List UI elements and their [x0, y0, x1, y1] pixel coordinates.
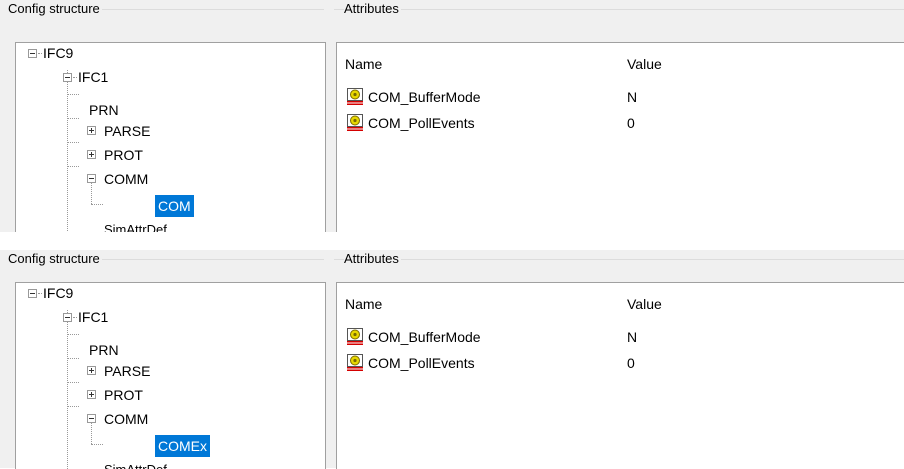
attr-value[interactable]: 0: [627, 353, 635, 373]
attribute-icon: [347, 354, 363, 371]
attributes-list[interactable]: Name Value COM_BufferMode N COM_PollEven…: [336, 42, 904, 233]
attr-name[interactable]: COM_BufferMode: [368, 87, 481, 107]
collapse-icon[interactable]: [87, 174, 96, 183]
expand-icon[interactable]: [87, 150, 96, 159]
attr-value[interactable]: 0: [627, 113, 635, 133]
tree-node-prn[interactable]: PRN: [89, 99, 119, 121]
config-structure-title: Config structure: [8, 251, 102, 266]
groupbox-border: [334, 259, 904, 260]
column-header-name[interactable]: Name: [345, 54, 382, 74]
tree-node-ifc9[interactable]: IFC9: [43, 43, 73, 64]
attr-name[interactable]: COM_PollEvents: [368, 353, 475, 373]
tree-node-prot[interactable]: PROT: [104, 384, 143, 406]
tree-node-prot[interactable]: PROT: [104, 144, 143, 166]
attribute-icon: [347, 88, 363, 105]
collapse-icon[interactable]: [28, 49, 37, 58]
collapse-icon[interactable]: [28, 289, 37, 298]
tree-node-ifc9[interactable]: IFC9: [43, 283, 73, 304]
column-header-value[interactable]: Value: [627, 294, 662, 314]
config-structure-title: Config structure: [8, 1, 102, 16]
attributes-title: Attributes: [344, 1, 401, 16]
tree-node-comm[interactable]: COMM: [104, 408, 148, 430]
tree-node-ifc1[interactable]: IFC1: [78, 306, 108, 328]
tree-node-comm[interactable]: COMM: [104, 168, 148, 190]
tree-node-prn[interactable]: PRN: [89, 339, 119, 361]
attribute-icon: [347, 114, 363, 131]
config-tree[interactable]: IFC9 IFC1 PRN PARSE PROT COMM COM SimAtt…: [15, 42, 326, 233]
tree-node-com-selected[interactable]: COM: [155, 195, 194, 217]
collapse-icon[interactable]: [87, 414, 96, 423]
column-header-name[interactable]: Name: [345, 294, 382, 314]
attribute-icon: [347, 328, 363, 345]
tree-node-parse[interactable]: PARSE: [104, 120, 150, 142]
collapse-icon[interactable]: [63, 73, 72, 82]
tree-node-comex-selected[interactable]: COMEx: [155, 435, 210, 457]
attributes-list[interactable]: Name Value COM_BufferMode N COM_PollEven…: [336, 282, 904, 469]
config-tree[interactable]: IFC9 IFC1 PRN PARSE PROT COMM COMEx SimA…: [15, 282, 326, 469]
separator: [0, 232, 904, 250]
expand-icon[interactable]: [87, 366, 96, 375]
groupbox-border: [334, 9, 904, 10]
collapse-icon[interactable]: [63, 313, 72, 322]
attr-value[interactable]: N: [627, 87, 637, 107]
tree-node-parse[interactable]: PARSE: [104, 360, 150, 382]
config-panel-1: Config structure Attributes IFC9 IFC1 PR…: [0, 0, 904, 233]
expand-icon[interactable]: [87, 126, 96, 135]
attributes-title: Attributes: [344, 251, 401, 266]
attr-value[interactable]: N: [627, 327, 637, 347]
attr-name[interactable]: COM_PollEvents: [368, 113, 475, 133]
column-header-value[interactable]: Value: [627, 54, 662, 74]
expand-icon[interactable]: [87, 390, 96, 399]
attr-name[interactable]: COM_BufferMode: [368, 327, 481, 347]
tree-node-ifc1[interactable]: IFC1: [78, 66, 108, 88]
config-panel-2: Config structure Attributes IFC9 IFC1 PR…: [0, 250, 904, 469]
tree-node-partial[interactable]: SimAttrDef: [104, 219, 167, 233]
